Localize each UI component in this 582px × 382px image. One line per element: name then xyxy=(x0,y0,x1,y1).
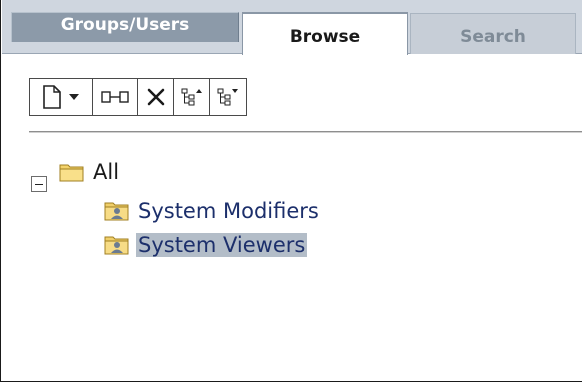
toolbar xyxy=(29,78,247,116)
tree-node-system-viewers[interactable]: System Viewers xyxy=(104,230,308,260)
user-group-folder-icon xyxy=(104,202,129,221)
tab-strip: Groups/Users Browse Search xyxy=(2,0,582,55)
move-down-button[interactable] xyxy=(210,79,246,115)
user-group-folder-icon xyxy=(104,236,129,255)
tab-search[interactable]: Search xyxy=(410,13,576,54)
tree-node-system-modifiers[interactable]: System Modifiers xyxy=(104,196,319,226)
browse-panel: Groups/Users Browse Search All System Mo… xyxy=(0,0,582,382)
tree-node-all[interactable]: All xyxy=(59,157,119,187)
folder-icon xyxy=(59,164,84,181)
delete-button[interactable] xyxy=(138,79,174,115)
tree-node-label-selected: System Viewers xyxy=(136,233,308,257)
delete-icon xyxy=(147,88,164,106)
tree-up-icon xyxy=(181,88,202,106)
collapse-toggle[interactable] xyxy=(31,176,47,192)
relation-icon xyxy=(101,91,129,103)
new-document-icon xyxy=(43,85,61,109)
relation-button[interactable] xyxy=(93,79,138,115)
tab-browse[interactable]: Browse xyxy=(242,12,408,55)
toolbar-divider xyxy=(29,131,582,133)
tree-node-label: System Modifiers xyxy=(138,199,319,223)
tree-down-icon xyxy=(217,88,238,106)
tree-node-label: All xyxy=(93,160,120,184)
chevron-down-icon[interactable] xyxy=(68,93,80,101)
move-up-button[interactable] xyxy=(174,79,210,115)
tab-groups-users[interactable]: Groups/Users xyxy=(11,12,239,42)
new-button[interactable] xyxy=(30,79,93,115)
